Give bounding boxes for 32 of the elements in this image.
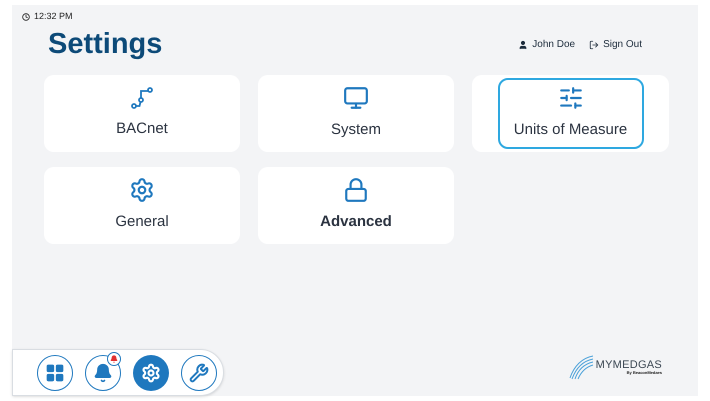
settings-card[interactable]: General [44,166,240,244]
settings-tile[interactable]: Advanced [266,170,446,240]
lock-icon [343,176,369,203]
settings-tile[interactable]: General [52,170,232,240]
grid-icon [45,362,65,382]
connected-nodes-icon [130,86,154,110]
clock-icon [22,12,30,21]
sign-out-icon [589,40,600,50]
settings-icon [141,362,161,382]
bell-icon [93,362,113,382]
wrench-icon [189,362,209,382]
monitor-icon [343,84,369,111]
settings-icon [129,176,155,203]
settings-tile[interactable]: System [266,78,446,148]
settings-tile[interactable]: Units of Measure [498,78,644,148]
settings-card[interactable]: Units of Measure [472,74,669,152]
page-title: Settings [48,26,162,62]
status-time: 12:32 PM [34,10,73,23]
nav-button[interactable] [37,354,73,390]
nav-button[interactable] [133,354,169,390]
sliders-icon [558,84,584,111]
user-icon [518,40,528,50]
settings-card[interactable]: Advanced [258,166,454,244]
settings-card[interactable]: BACnet [44,74,240,152]
nav-button[interactable] [181,354,217,390]
logo-name: MYMEDGAS [596,360,662,370]
logo-icon [568,354,594,380]
user-name: John Doe [532,38,576,52]
nav-button[interactable] [85,354,121,390]
settings-tile[interactable]: BACnet [52,78,232,148]
settings-card[interactable]: System [258,74,454,152]
sign-out-button[interactable]: Sign Out [589,37,642,52]
